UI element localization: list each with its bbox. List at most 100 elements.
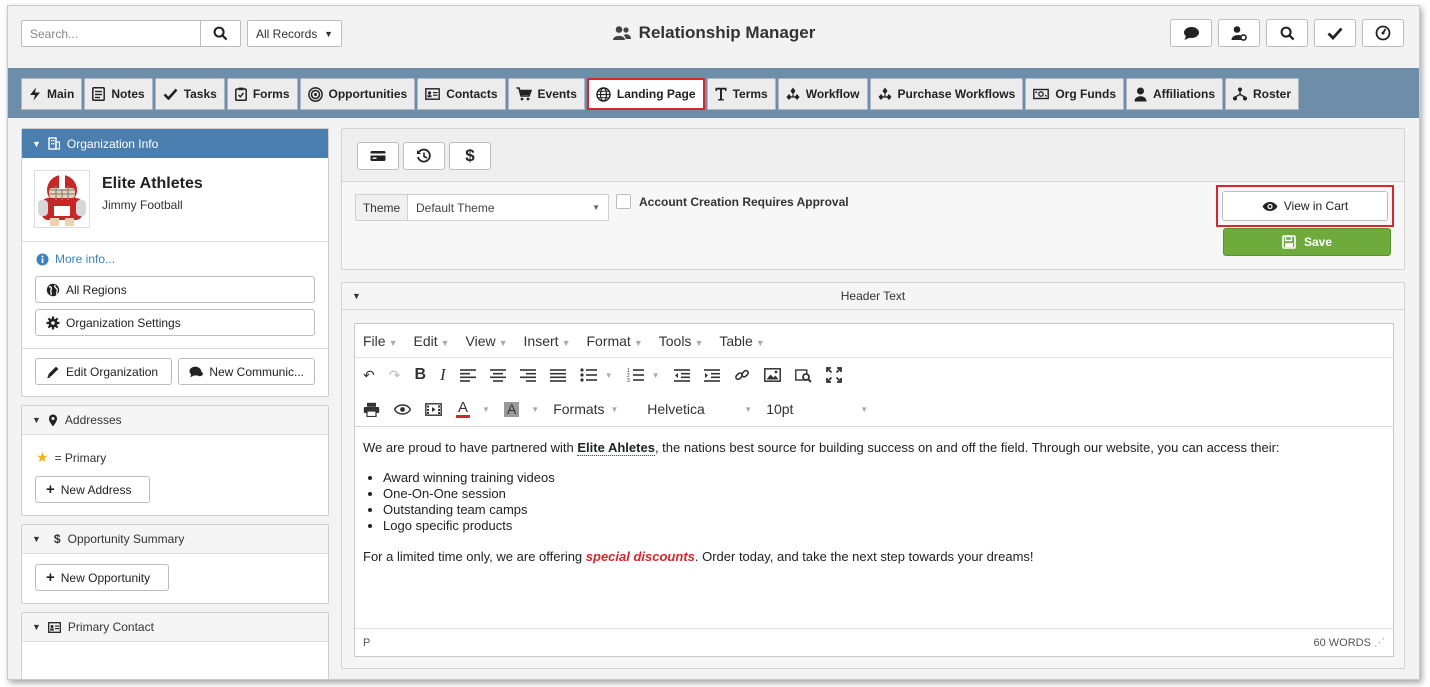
indent-icon[interactable] <box>703 368 720 382</box>
more-info-link[interactable]: More info... <box>22 242 328 270</box>
tab-label: Org Funds <box>1055 87 1116 101</box>
bold-icon[interactable]: B <box>414 366 426 384</box>
tab-contacts[interactable]: Contacts <box>417 78 506 110</box>
tab-terms[interactable]: Terms <box>706 78 776 110</box>
building-icon <box>48 137 60 150</box>
outdent-icon[interactable] <box>673 368 690 382</box>
primary-contact-panel: ▼ Primary Contact <box>21 612 329 679</box>
new-opportunity-button[interactable]: + New Opportunity <box>35 564 169 591</box>
chevron-down-icon: ▼ <box>482 404 490 414</box>
info-icon <box>36 253 49 265</box>
tab-events[interactable]: Events <box>507 78 585 110</box>
primary-contact-header[interactable]: ▼ Primary Contact <box>22 613 328 642</box>
organization-settings-button[interactable]: Organization Settings <box>35 309 315 336</box>
italic-icon[interactable]: I <box>440 365 446 385</box>
workflow-icon <box>878 87 892 101</box>
chevron-down-icon: ▼ <box>744 404 753 414</box>
top-bar: All Records ▼ Relationship Manager <box>8 6 1419 66</box>
tab-main[interactable]: Main <box>21 78 83 110</box>
offer-highlight: special discounts <box>585 549 695 564</box>
preview-eye-icon[interactable] <box>394 403 411 415</box>
menu-file[interactable]: File ▼ <box>363 333 397 349</box>
link-icon[interactable] <box>734 367 750 383</box>
resize-handle-icon[interactable]: ⋰ <box>1374 637 1385 649</box>
menu-view[interactable]: View ▼ <box>466 333 508 349</box>
tasks-button[interactable] <box>1314 19 1356 47</box>
main-content: $ Theme Default Theme ▼ Account Creation… <box>341 128 1405 669</box>
tab-org-funds[interactable]: Org Funds <box>1025 78 1124 110</box>
undo-icon[interactable]: ↶ <box>363 367 375 384</box>
view-in-cart-button[interactable]: View in Cart <box>1222 191 1388 221</box>
tab-affiliations[interactable]: Affiliations <box>1126 78 1223 110</box>
new-communication-button[interactable]: New Communic... <box>178 358 315 385</box>
new-address-button[interactable]: + New Address <box>35 476 150 503</box>
bullet-list-control[interactable]: ▼ <box>580 368 613 382</box>
image-icon[interactable] <box>763 368 781 382</box>
clipboard-icon <box>234 87 247 101</box>
align-right-icon[interactable] <box>519 368 536 382</box>
align-left-icon[interactable] <box>459 368 476 382</box>
tab-landing-page[interactable]: Landing Page <box>586 78 705 110</box>
element-path[interactable]: P <box>363 637 370 649</box>
tab-forms[interactable]: Forms <box>226 78 298 110</box>
approval-checkbox[interactable] <box>616 194 631 209</box>
theme-select[interactable]: Theme Default Theme ▼ <box>355 194 609 221</box>
tab-tasks[interactable]: Tasks <box>154 78 225 110</box>
edit-organization-button[interactable]: Edit Organization <box>35 358 172 385</box>
app-window: All Records ▼ Relationship Manager <box>7 5 1420 680</box>
fullscreen-icon[interactable] <box>825 367 842 383</box>
tab-label: Forms <box>252 87 290 101</box>
tab-opportunities[interactable]: Opportunities <box>299 78 416 110</box>
tab-notes[interactable]: Notes <box>84 78 153 110</box>
align-justify-icon[interactable] <box>549 368 566 382</box>
redo-icon[interactable]: ↷ <box>389 367 401 384</box>
menu-table[interactable]: Table ▼ <box>719 333 764 349</box>
menu-insert[interactable]: Insert ▼ <box>524 333 571 349</box>
all-regions-button[interactable]: All Regions <box>35 276 315 303</box>
find-replace-icon[interactable] <box>794 368 812 383</box>
chevron-down-icon: ▼ <box>651 370 660 380</box>
font-family-dropdown[interactable]: Helvetica ▼ <box>647 401 752 417</box>
chevron-down-icon: ▼ <box>604 370 613 380</box>
users-icon <box>612 26 631 40</box>
tab-roster[interactable]: Roster <box>1225 78 1300 110</box>
opportunity-summary-header[interactable]: ▼ $ Opportunity Summary <box>22 525 328 554</box>
menu-tools[interactable]: Tools ▼ <box>659 333 704 349</box>
align-center-icon[interactable] <box>489 368 506 382</box>
background-color-control[interactable]: A ▼ <box>503 401 539 417</box>
addresses-body: ★ = Primary + New Address <box>22 435 328 515</box>
addresses-header[interactable]: ▼ Addresses <box>22 406 328 435</box>
intro-org-name: Elite Ahletes <box>577 440 655 456</box>
save-button[interactable]: Save <box>1223 228 1391 256</box>
chevron-down-icon: ▼ <box>610 404 619 414</box>
menu-edit[interactable]: Edit ▼ <box>413 333 449 349</box>
left-sidebar: ▼ Organization Info Elite Athletes Jimmy… <box>21 128 329 679</box>
checkmark-icon <box>1327 27 1343 40</box>
global-search-button[interactable] <box>1266 19 1308 47</box>
menu-format[interactable]: Format ▼ <box>586 333 642 349</box>
tab-label: Main <box>47 87 75 101</box>
font-size-dropdown[interactable]: 10pt ▼ <box>766 401 868 417</box>
tab-workflow[interactable]: Workflow <box>777 78 868 110</box>
header-text-header[interactable]: ▼ Header Text <box>342 283 1404 310</box>
org-info-header[interactable]: ▼ Organization Info <box>22 129 328 158</box>
chat-button[interactable] <box>1170 19 1212 47</box>
numbered-list-control[interactable]: 123 ▼ <box>627 368 660 382</box>
formats-dropdown[interactable]: Formats ▼ <box>553 401 633 417</box>
top-icon-group <box>1170 19 1404 47</box>
org-logo <box>34 170 90 228</box>
tab-purchase-workflows[interactable]: Purchase Workflows <box>869 78 1024 110</box>
print-icon[interactable] <box>363 402 380 417</box>
payment-button[interactable] <box>357 142 399 170</box>
user-settings-button[interactable] <box>1218 19 1260 47</box>
text-color-control[interactable]: A ▼ <box>456 400 490 418</box>
media-icon[interactable] <box>425 402 442 416</box>
dashboard-button[interactable] <box>1362 19 1404 47</box>
header-text-title: Header Text <box>840 289 906 303</box>
cart-icon <box>516 87 532 101</box>
bullet-list-icon <box>580 368 597 382</box>
tab-label: Terms <box>732 87 768 101</box>
pricing-button[interactable]: $ <box>449 142 491 170</box>
editor-content[interactable]: We are proud to have partnered with Elit… <box>355 426 1393 626</box>
history-button[interactable] <box>403 142 445 170</box>
